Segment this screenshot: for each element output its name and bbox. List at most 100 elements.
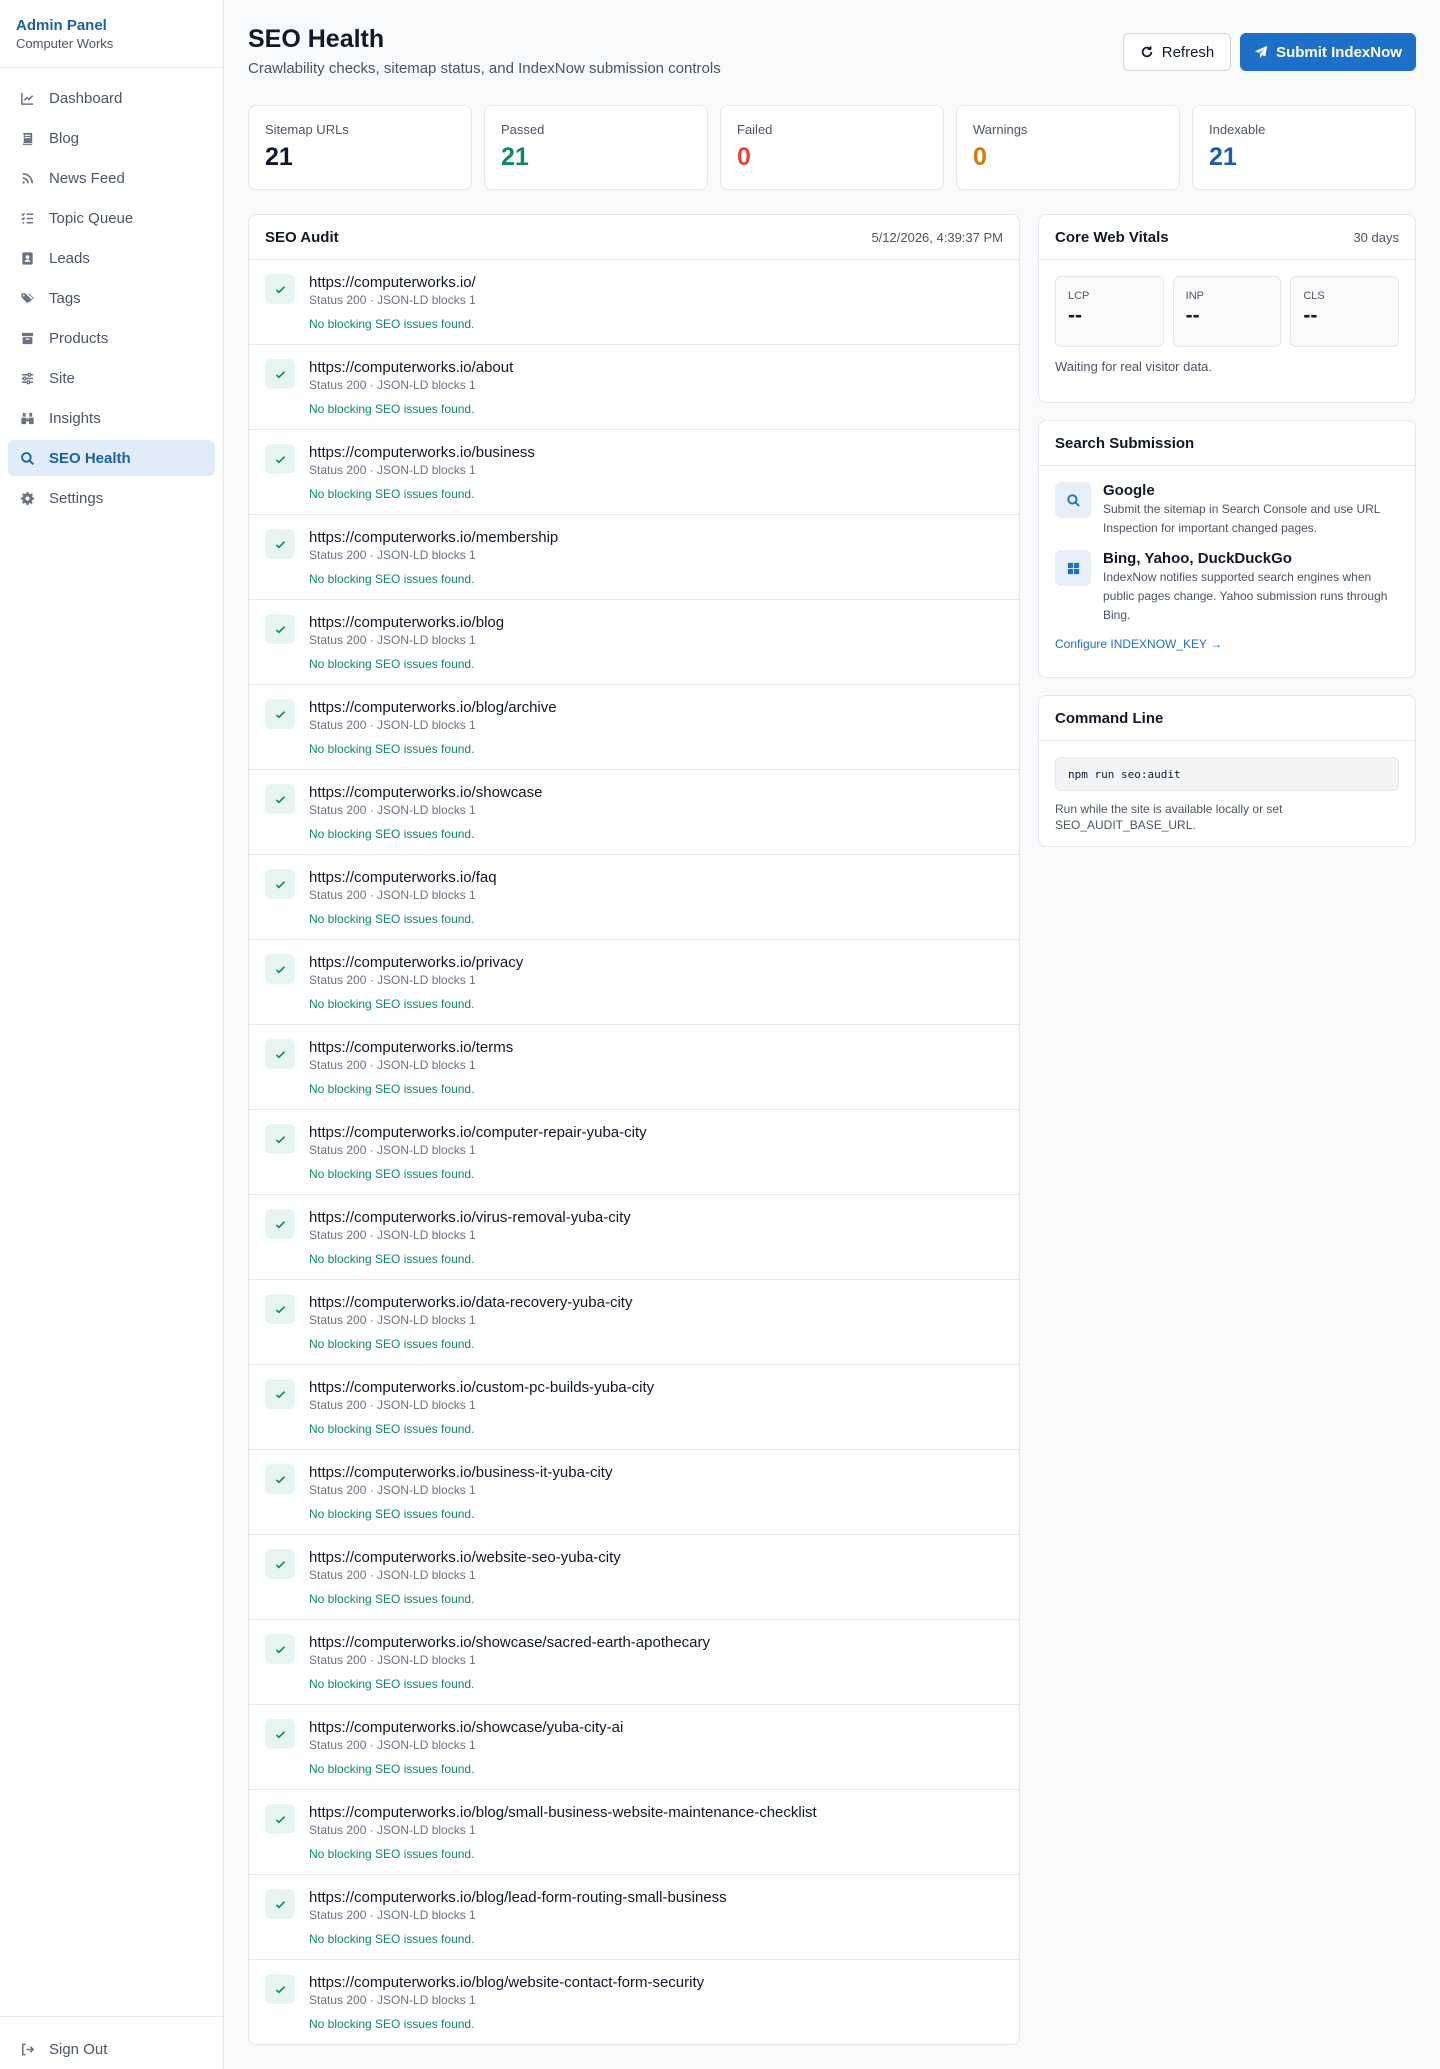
signout-button[interactable]: Sign Out <box>8 2031 215 2067</box>
audit-url: https://computerworks.io/blog/small-busi… <box>309 1804 817 1821</box>
stat-label: Sitemap URLs <box>265 122 349 137</box>
audit-result: No blocking SEO issues found. <box>309 912 475 926</box>
stat-label: Passed <box>501 122 545 137</box>
sliders-icon <box>19 370 35 386</box>
sidebar-item-seo-health[interactable]: SEO Health <box>8 440 215 476</box>
audit-row: https://computerworks.io/showcase Status … <box>249 770 1019 855</box>
book-icon <box>19 130 35 146</box>
configure-indexnow-key-link[interactable]: Configure INDEXNOW_KEY → <box>1039 625 1415 651</box>
sidebar-item-label: Topic Queue <box>49 209 134 227</box>
vital-inp: INP -- <box>1172 276 1282 347</box>
sidebar-item-label: Blog <box>49 129 80 147</box>
stat-card-warnings: Warnings 0 <box>956 105 1180 190</box>
box-icon <box>19 330 35 346</box>
audit-result: No blocking SEO issues found. <box>309 1847 475 1861</box>
audit-result: No blocking SEO issues found. <box>309 1677 475 1691</box>
sidebar-nav: Dashboard Blog News Feed Topic Queue Lea… <box>0 68 223 532</box>
sidebar-item-label: SEO Health <box>49 449 131 467</box>
audit-result: No blocking SEO issues found. <box>309 1592 475 1606</box>
audit-meta: Status 200 · JSON-LD blocks 1 <box>309 803 476 817</box>
audit-meta: Status 200 · JSON-LD blocks 1 <box>309 1653 476 1667</box>
search-icon <box>1055 482 1091 518</box>
check-icon <box>265 529 295 559</box>
audit-url: https://computerworks.io/about <box>309 359 514 376</box>
audit-meta: Status 200 · JSON-LD blocks 1 <box>309 1568 476 1582</box>
brand: Admin Panel Computer Works <box>0 0 223 68</box>
audit-url: https://computerworks.io/privacy <box>309 954 524 971</box>
audit-result: No blocking SEO issues found. <box>309 827 475 841</box>
seo-audit-list: https://computerworks.io/Status 200 · JS… <box>249 260 1019 2044</box>
audit-url: https://computerworks.io/data-recovery-y… <box>309 1294 633 1311</box>
audit-row: https://computerworks.io/business-it-yub… <box>249 1450 1019 1535</box>
audit-url: https://computerworks.io/blog/archive <box>309 699 557 716</box>
audit-meta: Status 200 · JSON-LD blocks 1 <box>309 1483 476 1497</box>
search-submission-title: Search Submission <box>1055 434 1195 452</box>
check-icon <box>265 1889 295 1919</box>
audit-result: No blocking SEO issues found. <box>309 1932 475 1946</box>
audit-result: No blocking SEO issues found. <box>309 1167 475 1181</box>
sidebar-item-topic-queue[interactable]: Topic Queue <box>8 200 215 236</box>
audit-result: No blocking SEO issues found. <box>309 572 475 586</box>
audit-result: No blocking SEO issues found. <box>309 657 475 671</box>
sidebar-item-tags[interactable]: Tags <box>8 280 215 316</box>
sidebar-item-label: News Feed <box>49 169 125 187</box>
audit-meta: Status 200 · JSON-LD blocks 1 <box>309 1738 476 1752</box>
audit-url: https://computerworks.io/business <box>309 444 535 461</box>
audit-meta: Status 200 · JSON-LD blocks 1 <box>309 293 476 307</box>
brand-subtitle: Computer Works <box>16 36 114 51</box>
refresh-label: Refresh <box>1161 43 1215 61</box>
sidebar-item-news-feed[interactable]: News Feed <box>8 160 215 196</box>
audit-result: No blocking SEO issues found. <box>309 2017 475 2031</box>
engine-name: Google <box>1103 482 1155 499</box>
audit-url: https://computerworks.io/blog/lead-form-… <box>309 1889 727 1906</box>
audit-meta: Status 200 · JSON-LD blocks 1 <box>309 633 476 647</box>
audit-url: https://computerworks.io/computer-repair… <box>309 1124 647 1141</box>
sidebar-item-products[interactable]: Products <box>8 320 215 356</box>
core-web-vitals-title: Core Web Vitals <box>1055 228 1169 246</box>
sidebar-item-insights[interactable]: Insights <box>8 400 215 436</box>
submit-indexnow-button[interactable]: Submit IndexNow <box>1240 33 1416 71</box>
audit-meta: Status 200 · JSON-LD blocks 1 <box>309 463 476 477</box>
audit-meta: Status 200 · JSON-LD blocks 1 <box>309 548 476 562</box>
command-code: npm run seo:audit <box>1055 757 1399 791</box>
sidebar-item-label: Dashboard <box>49 89 123 107</box>
sidebar-item-label: Insights <box>49 409 101 427</box>
stat-card-failed: Failed 0 <box>720 105 944 190</box>
engine-google: Google Submit the sitemap in Search Cons… <box>1039 482 1415 538</box>
audit-meta: Status 200 · JSON-LD blocks 1 <box>309 718 476 732</box>
audit-result: No blocking SEO issues found. <box>309 1762 475 1776</box>
command-line-title: Command Line <box>1055 709 1164 727</box>
stat-card-sitemap-urls: Sitemap URLs 21 <box>248 105 472 190</box>
sidebar-item-settings[interactable]: Settings <box>8 480 215 516</box>
audit-url: https://computerworks.io/business-it-yub… <box>309 1464 613 1481</box>
sidebar-item-dashboard[interactable]: Dashboard <box>8 80 215 116</box>
tags-icon <box>19 290 35 306</box>
audit-row: https://computerworks.io/data-recovery-y… <box>249 1280 1019 1365</box>
check-icon <box>265 1379 295 1409</box>
sidebar-item-leads[interactable]: Leads <box>8 240 215 276</box>
page-subtitle: Crawlability checks, sitemap status, and… <box>248 60 721 77</box>
audit-result: No blocking SEO issues found. <box>309 997 475 1011</box>
audit-row: https://computerworks.io/faq Status 200 ·… <box>249 855 1019 940</box>
sidebar-item-site[interactable]: Site <box>8 360 215 396</box>
audit-url: https://computerworks.io/terms <box>309 1039 514 1056</box>
audit-row: https://computerworks.io/showcase/sacred… <box>249 1620 1019 1705</box>
stat-value: 21 <box>265 143 293 171</box>
audit-meta: Status 200 · JSON-LD blocks 1 <box>309 1908 476 1922</box>
audit-result: No blocking SEO issues found. <box>309 317 475 331</box>
audit-meta: Status 200 · JSON-LD blocks 1 <box>309 378 476 392</box>
engine-description: Submit the sitemap in Search Console and… <box>1103 502 1381 535</box>
audit-url: https://computerworks.io/showcase/sacred… <box>309 1634 711 1651</box>
sidebar-item-label: Leads <box>49 249 90 267</box>
stats-row: Sitemap URLs 21 Passed 21 Failed 0 Warni… <box>248 105 1416 190</box>
check-icon <box>265 614 295 644</box>
sidebar-item-label: Products <box>49 329 109 347</box>
refresh-button[interactable]: Refresh <box>1123 33 1231 71</box>
audit-row: https://computerworks.io/blog/archive Sta… <box>249 685 1019 770</box>
stat-label: Failed <box>737 122 773 137</box>
engine-name: Bing, Yahoo, DuckDuckGo <box>1103 550 1292 567</box>
seo-audit-card: SEO Audit 5/12/2026, 4:39:37 PM https://… <box>248 214 1020 2045</box>
stat-value: 21 <box>501 143 529 171</box>
vitals-note: Waiting for real visitor data. <box>1055 359 1213 374</box>
sidebar-item-blog[interactable]: Blog <box>8 120 215 156</box>
